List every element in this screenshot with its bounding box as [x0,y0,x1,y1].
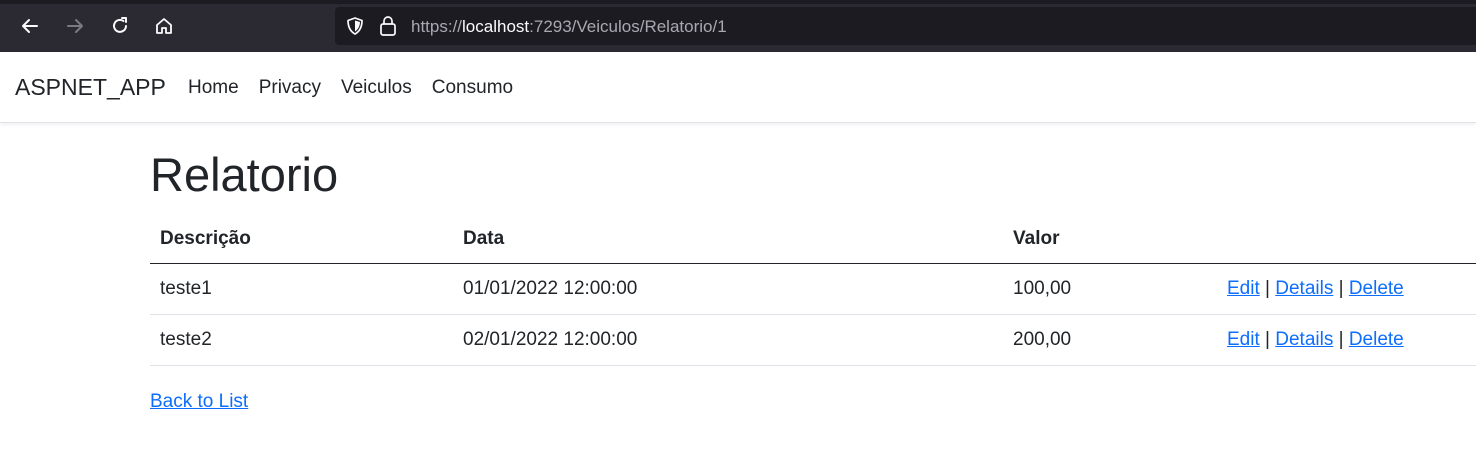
cell-data: 02/01/2022 12:00:00 [453,314,1003,366]
header-descricao: Descrição [150,216,453,264]
url-scheme: https:// [411,17,463,36]
action-separator: | [1338,328,1344,350]
action-separator: | [1265,277,1270,299]
browser-toolbar: https://localhost:7293/Veiculos/Relatori… [0,0,1476,52]
cell-data: 01/01/2022 12:00:00 [453,263,1003,315]
page-title: Relatorio [150,148,339,201]
edit-link[interactable]: Edit [1227,278,1260,299]
navbar-links: Home Privacy Veiculos Consumo [188,77,513,99]
url-path: :7293/Veiculos/Relatorio/1 [529,17,727,36]
url-host: localhost [462,17,530,36]
browser-tabstrip-edge [0,0,1476,4]
header-data: Data [453,216,1003,264]
reload-button[interactable] [106,12,134,40]
back-arrow-icon [22,19,38,33]
cell-valor: 200,00 [1003,314,1217,366]
nav-link-veiculos[interactable]: Veiculos [341,77,412,99]
nav-link-home[interactable]: Home [188,77,239,99]
forward-arrow-icon [67,19,83,33]
forward-button[interactable] [61,12,89,40]
lock-icon[interactable] [379,15,397,37]
back-button[interactable] [16,12,44,40]
action-separator: | [1265,328,1270,350]
app-navbar: ASPNET_APP Home Privacy Veiculos Consumo [0,52,1476,123]
cell-descricao: teste1 [150,263,453,315]
table-row: teste2 02/01/2022 12:00:00 200,00 Edit |… [150,314,1476,366]
edit-link[interactable]: Edit [1227,329,1260,350]
cell-actions: Edit | Details | Delete [1217,314,1476,366]
table-row: teste1 01/01/2022 12:00:00 100,00 Edit |… [150,263,1476,315]
header-actions [1217,216,1476,264]
home-icon [156,18,172,34]
header-valor: Valor [1003,216,1217,264]
details-link[interactable]: Details [1275,278,1333,299]
table-header-row: Descrição Data Valor [150,216,1476,264]
reload-icon [113,17,127,33]
navbar-brand[interactable]: ASPNET_APP [15,74,166,101]
nav-link-consumo[interactable]: Consumo [432,77,513,99]
nav-link-privacy[interactable]: Privacy [259,77,321,99]
cell-actions: Edit | Details | Delete [1217,263,1476,315]
report-table: Descrição Data Valor teste1 01/01/2022 1… [150,216,1476,366]
action-separator: | [1338,277,1344,299]
delete-link[interactable]: Delete [1349,278,1404,299]
url-text[interactable]: https://localhost:7293/Veiculos/Relatori… [411,17,727,37]
cell-descricao: teste2 [150,314,453,366]
home-button[interactable] [150,12,178,40]
shield-icon[interactable] [345,16,365,36]
details-link[interactable]: Details [1275,329,1333,350]
delete-link[interactable]: Delete [1349,329,1404,350]
cell-valor: 100,00 [1003,263,1217,315]
address-bar[interactable]: https://localhost:7293/Veiculos/Relatori… [335,7,1476,45]
back-to-list-link[interactable]: Back to List [150,391,248,413]
